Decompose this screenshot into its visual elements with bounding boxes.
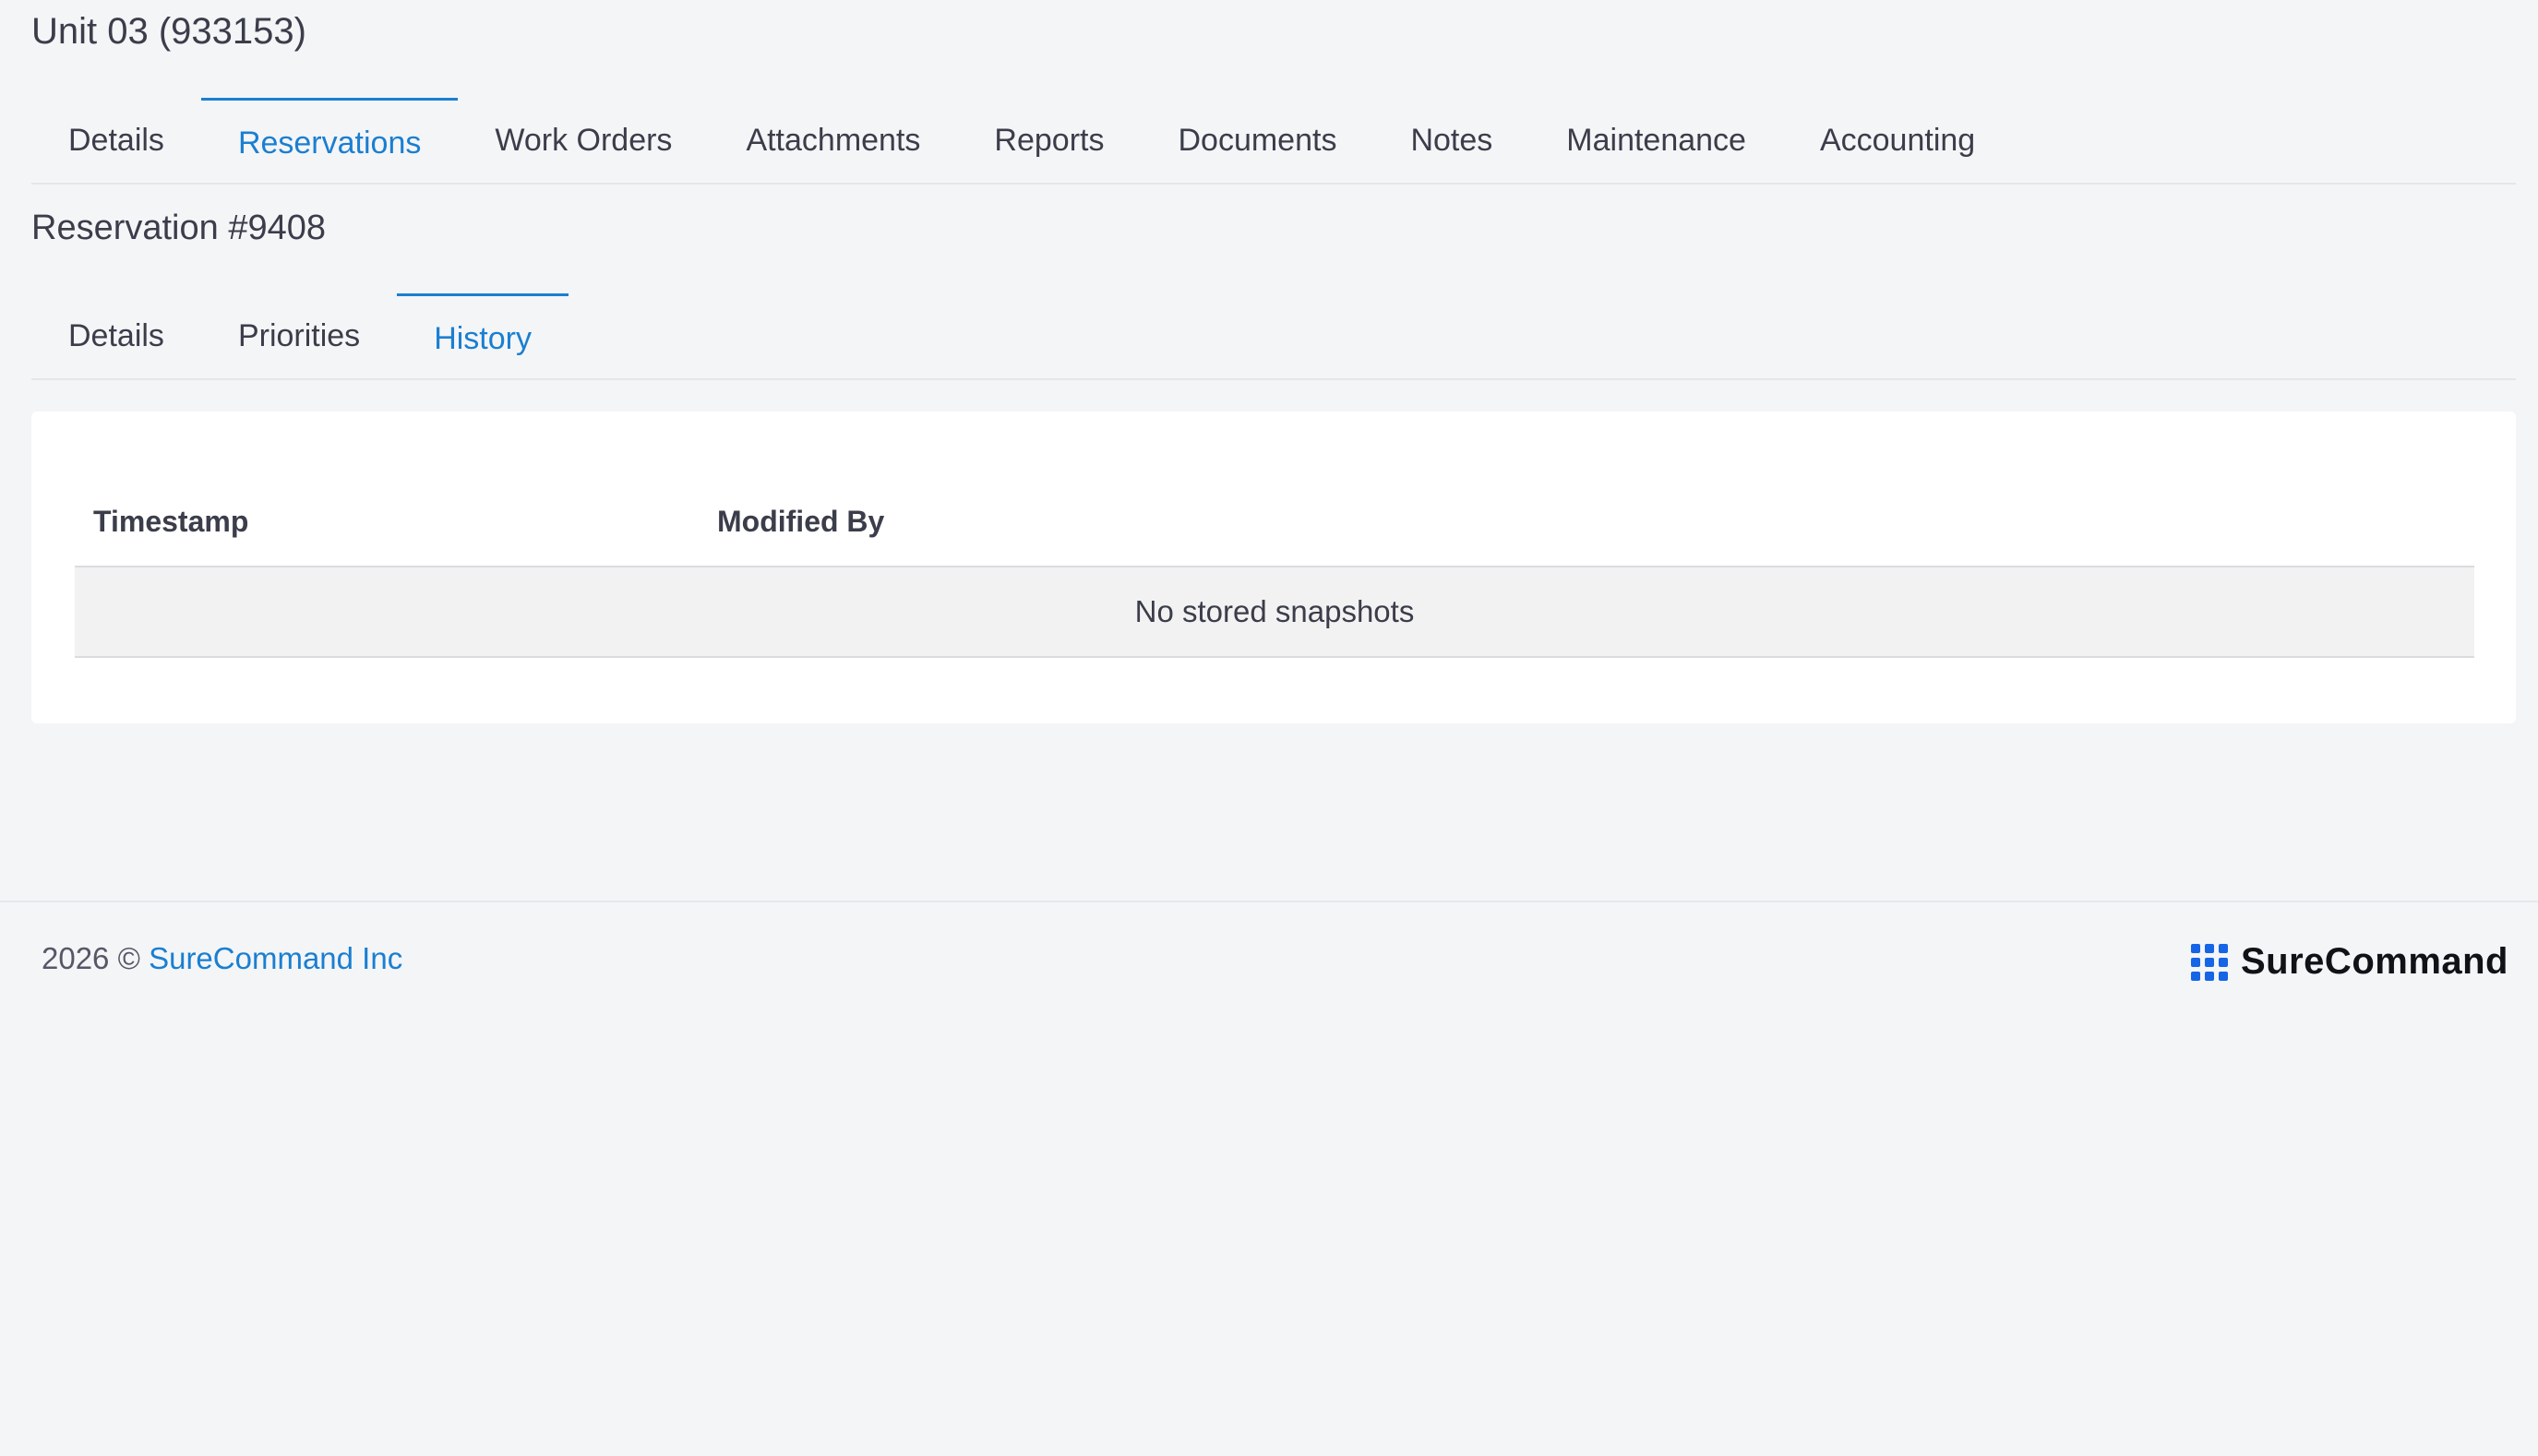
copyright-prefix: 2026 ©	[42, 941, 140, 975]
footer: 2026 © SureCommand Inc SureCommand	[0, 901, 2538, 1011]
reservation-tab-bar: Details Priorities History	[31, 293, 2516, 380]
tab-reservation-details[interactable]: Details	[31, 293, 201, 378]
column-header-timestamp[interactable]: Timestamp	[75, 478, 699, 567]
tab-history[interactable]: History	[397, 293, 569, 378]
page: Unit 03 (933153) Details Reservations Wo…	[0, 0, 2538, 1456]
main-tab-bar: Details Reservations Work Orders Attachm…	[31, 98, 2516, 185]
tab-reports[interactable]: Reports	[957, 98, 1141, 183]
copyright: 2026 © SureCommand Inc	[42, 941, 402, 976]
tab-documents[interactable]: Documents	[1141, 98, 1373, 183]
tab-maintenance[interactable]: Maintenance	[1529, 98, 1783, 183]
tab-notes[interactable]: Notes	[1373, 98, 1529, 183]
brand-logo: SureCommand	[2191, 941, 2508, 983]
table-row-empty: No stored snapshots	[75, 567, 2474, 658]
tab-attachments[interactable]: Attachments	[709, 98, 957, 183]
column-header-modified-by[interactable]: Modified By	[699, 478, 2474, 567]
grid-icon	[2191, 943, 2228, 981]
brand-name: SureCommand	[2241, 941, 2508, 982]
empty-message: No stored snapshots	[75, 567, 2474, 658]
tab-details[interactable]: Details	[31, 98, 201, 183]
tab-priorities[interactable]: Priorities	[201, 293, 397, 378]
history-card: Timestamp Modified By No stored snapshot…	[31, 412, 2516, 723]
history-table: Timestamp Modified By No stored snapshot…	[75, 478, 2474, 658]
reservation-title: Reservation #9408	[31, 209, 326, 247]
tab-reservations[interactable]: Reservations	[200, 98, 459, 183]
company-link[interactable]: SureCommand Inc	[149, 941, 402, 975]
page-title: Unit 03 (933153)	[31, 11, 306, 52]
table-header-row: Timestamp Modified By	[75, 478, 2474, 567]
tab-work-orders[interactable]: Work Orders	[458, 98, 709, 183]
tab-accounting[interactable]: Accounting	[1783, 98, 2012, 183]
